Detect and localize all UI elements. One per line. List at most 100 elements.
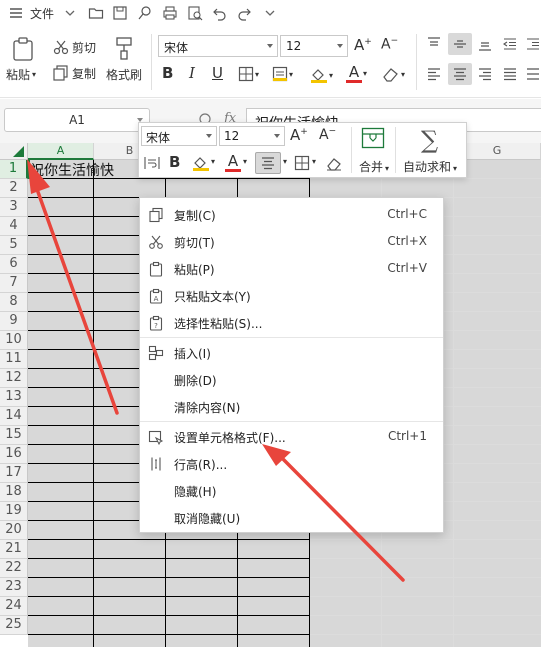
- decrease-font-button[interactable]: A−: [319, 126, 336, 143]
- cell-a1[interactable]: 祝你生活愉快: [30, 160, 114, 179]
- row-header[interactable]: 14: [0, 407, 28, 426]
- hamburger-menu-icon[interactable]: [8, 5, 24, 21]
- chevron-down-icon[interactable]: [62, 5, 78, 21]
- menu-item-paste-special[interactable]: ? 选择性粘贴(S)...: [140, 309, 443, 336]
- row-header[interactable]: 4: [0, 217, 28, 236]
- bold-button[interactable]: B: [169, 153, 180, 171]
- row-header[interactable]: 18: [0, 483, 28, 502]
- border-button[interactable]: ▾: [238, 66, 259, 82]
- decrease-indent-button[interactable]: [502, 36, 518, 52]
- font-color-button[interactable]: A: [225, 153, 241, 172]
- align-center-button[interactable]: [448, 63, 472, 85]
- row-header[interactable]: 22: [0, 559, 28, 578]
- row-header[interactable]: 9: [0, 312, 28, 331]
- row-header[interactable]: 5: [0, 236, 28, 255]
- wrap-text-button[interactable]: [144, 155, 160, 171]
- chevron-down-icon[interactable]: ▾: [211, 157, 215, 166]
- undo-icon[interactable]: [212, 5, 228, 21]
- row-header[interactable]: 10: [0, 331, 28, 350]
- copy-icon: [53, 65, 68, 81]
- increase-font-icon: A+: [354, 36, 372, 54]
- increase-font-button[interactable]: A+: [354, 36, 372, 54]
- row-header[interactable]: 16: [0, 445, 28, 464]
- font-size-select[interactable]: 12: [280, 35, 348, 57]
- italic-button[interactable]: I: [189, 64, 195, 82]
- row-header[interactable]: 23: [0, 578, 28, 597]
- menu-item-clear-contents[interactable]: 清除内容(N): [140, 393, 443, 420]
- row-header[interactable]: 7: [0, 274, 28, 293]
- copy-button[interactable]: 复制: [52, 64, 96, 82]
- mini-font-name-select[interactable]: 宋体: [141, 126, 217, 146]
- paste-button[interactable]: [10, 36, 36, 62]
- column-header-a[interactable]: A: [28, 143, 94, 160]
- row-header[interactable]: 12: [0, 369, 28, 388]
- font-name-select[interactable]: 宋体: [158, 35, 278, 57]
- menu-item-format-cells[interactable]: 设置单元格格式(F)... Ctrl+1: [140, 423, 443, 450]
- bold-button[interactable]: B: [162, 64, 173, 82]
- menu-item-insert[interactable]: 插入(I): [140, 339, 443, 366]
- clear-format-button[interactable]: ▾: [382, 66, 405, 82]
- align-top-button[interactable]: [426, 36, 442, 52]
- row-header[interactable]: 20: [0, 521, 28, 540]
- menu-item-cut[interactable]: 剪切(T) Ctrl+X: [140, 228, 443, 255]
- chevron-down-icon[interactable]: ▾: [32, 70, 36, 79]
- row-header[interactable]: 13: [0, 388, 28, 407]
- row-header[interactable]: 21: [0, 540, 28, 559]
- format-painter-button[interactable]: [113, 36, 135, 60]
- align-right-button[interactable]: [477, 66, 493, 82]
- align-middle-button[interactable]: [448, 33, 472, 55]
- row-header[interactable]: 25: [0, 616, 28, 635]
- menu-item-copy[interactable]: 复制(C) Ctrl+C: [140, 201, 443, 228]
- redo-icon[interactable]: [236, 5, 252, 21]
- name-box[interactable]: A1: [4, 108, 150, 132]
- open-folder-icon[interactable]: [88, 5, 104, 21]
- print-icon[interactable]: [162, 5, 178, 21]
- chevron-down-icon[interactable]: ▾: [283, 157, 287, 166]
- fill-color-button[interactable]: [192, 154, 210, 172]
- row-header[interactable]: 15: [0, 426, 28, 445]
- row-header[interactable]: 11: [0, 350, 28, 369]
- chevron-down-icon[interactable]: ▾: [312, 157, 316, 166]
- align-left-button[interactable]: [426, 66, 442, 82]
- align-bottom-button[interactable]: [477, 36, 493, 52]
- export-icon[interactable]: [137, 5, 153, 21]
- row-header[interactable]: 3: [0, 198, 28, 217]
- menu-item-row-height[interactable]: 行高(R)...: [140, 450, 443, 477]
- row-header[interactable]: 19: [0, 502, 28, 521]
- select-all-corner[interactable]: [0, 143, 28, 160]
- chevron-down-icon[interactable]: ▾: [243, 157, 247, 166]
- font-color-button[interactable]: A ▾: [346, 64, 367, 83]
- more-chevron-icon[interactable]: [262, 5, 278, 21]
- decrease-font-button[interactable]: A−: [381, 36, 398, 53]
- cut-button[interactable]: 剪切: [52, 38, 96, 56]
- underline-button[interactable]: U: [212, 64, 223, 82]
- clear-format-button[interactable]: [325, 154, 343, 172]
- menu-item-delete[interactable]: 删除(D): [140, 366, 443, 393]
- row-header[interactable]: 2: [0, 179, 28, 198]
- mini-font-size-select[interactable]: 12: [219, 126, 285, 146]
- file-menu[interactable]: 文件: [30, 5, 54, 22]
- merge-button[interactable]: 合并 ▾: [359, 158, 389, 175]
- fill-pattern-button[interactable]: ▾: [272, 66, 293, 82]
- menu-item-hide[interactable]: 隐藏(H): [140, 477, 443, 504]
- border-button[interactable]: [294, 155, 310, 171]
- menu-item-unhide[interactable]: 取消隐藏(U): [140, 504, 443, 531]
- print-preview-icon[interactable]: [187, 5, 203, 21]
- row-header[interactable]: 17: [0, 464, 28, 483]
- menu-item-paste-text-only[interactable]: A 只粘贴文本(Y): [140, 282, 443, 309]
- row-header[interactable]: 24: [0, 597, 28, 616]
- increase-indent-button[interactable]: [526, 36, 540, 52]
- fill-color-button[interactable]: ▾: [310, 66, 333, 84]
- underline-icon: U: [212, 64, 223, 82]
- align-center-button[interactable]: [255, 152, 281, 174]
- distribute-button[interactable]: [526, 66, 540, 82]
- row-header[interactable]: 1: [0, 160, 28, 179]
- save-icon[interactable]: [112, 5, 128, 21]
- column-header-g[interactable]: G: [454, 143, 541, 160]
- autosum-button[interactable]: 自动求和 ▾: [403, 158, 457, 175]
- menu-item-paste[interactable]: 粘贴(P) Ctrl+V: [140, 255, 443, 282]
- justify-button[interactable]: [502, 66, 518, 82]
- row-header[interactable]: 8: [0, 293, 28, 312]
- row-header[interactable]: 6: [0, 255, 28, 274]
- increase-font-button[interactable]: A+: [290, 126, 308, 144]
